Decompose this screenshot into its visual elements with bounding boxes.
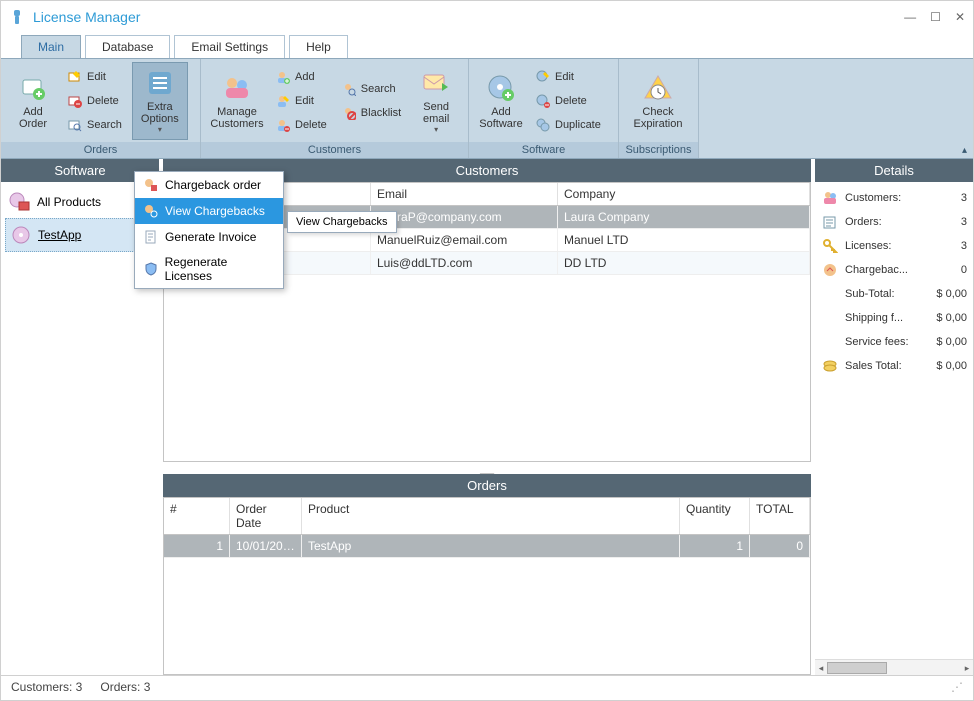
minimize-button[interactable]: — [904, 10, 916, 24]
person-delete-icon [275, 117, 291, 133]
people-icon [821, 189, 839, 207]
details-header: Details [815, 159, 973, 182]
people-icon [221, 72, 253, 104]
check-expiration-button[interactable]: Check Expiration [623, 62, 693, 140]
extra-options-button[interactable]: Extra Options ▾ [132, 62, 188, 140]
delete-icon [67, 93, 83, 109]
edit-order-button[interactable]: Edit [65, 66, 128, 88]
orders-icon [821, 213, 839, 231]
chevron-down-icon: ▾ [158, 125, 162, 134]
disc-edit-icon [535, 69, 551, 85]
ribbon-collapse-button[interactable]: ▴ [962, 145, 967, 156]
person-search-icon [341, 81, 357, 97]
add-order-icon [17, 72, 49, 104]
table-row[interactable]: 1 10/01/2019 TestApp 1 0 [164, 535, 810, 558]
mail-icon [420, 67, 452, 99]
blacklist-icon [341, 105, 357, 121]
orders-columns: # Order Date Product Quantity TOTAL [164, 498, 810, 535]
edit-icon [67, 69, 83, 85]
list-icon [144, 67, 176, 99]
disc-delete-icon [535, 93, 551, 109]
delete-order-button[interactable]: Delete [65, 90, 128, 112]
disc-add-icon [485, 72, 517, 104]
software-item-testapp[interactable]: TestApp [5, 218, 155, 252]
disc-icon [10, 225, 32, 245]
tab-help[interactable]: Help [289, 35, 348, 58]
details-scrollbar[interactable]: ◂ ▸ [815, 659, 973, 675]
window-title: License Manager [33, 9, 140, 25]
details-panel: Details Customers:3 Orders:3 Licenses:3 … [815, 159, 973, 675]
ribbon-group-software: Add Software Edit Delete Duplicate Softw… [469, 59, 619, 158]
shield-icon [143, 261, 159, 277]
maximize-button[interactable]: ☐ [930, 10, 941, 24]
tooltip: View Chargebacks [287, 211, 397, 233]
add-customer-button[interactable]: Add [273, 66, 333, 88]
app-icon [9, 9, 25, 25]
menu-regenerate-licenses[interactable]: Regenerate Licenses [135, 250, 283, 288]
orders-table[interactable]: # Order Date Product Quantity TOTAL 1 10… [163, 497, 811, 675]
manage-customers-button[interactable]: Manage Customers [205, 62, 269, 140]
ribbon-tabs: Main Database Email Settings Help [1, 33, 973, 59]
duplicate-software-button[interactable]: Duplicate [533, 114, 607, 136]
warning-clock-icon [642, 72, 674, 104]
detail-service: Service fees:$ 0,00 [821, 330, 967, 354]
detail-customers: Customers:3 [821, 186, 967, 210]
ribbon-group-subscriptions: Check Expiration Subscriptions [619, 59, 699, 158]
detail-orders: Orders:3 [821, 210, 967, 234]
detail-sales-total: Sales Total:$ 0,00 [821, 354, 967, 378]
chargeback-icon [821, 261, 839, 279]
scroll-left-icon[interactable]: ◂ [815, 660, 827, 676]
extra-options-menu: Chargeback order View Chargebacks Genera… [134, 171, 284, 289]
statusbar: Customers: 3 Orders: 3 ⋰ [1, 675, 973, 697]
ribbon-group-label: Orders [1, 142, 200, 158]
menu-view-chargebacks[interactable]: View Chargebacks [135, 198, 283, 224]
search-customer-button[interactable]: Search [339, 78, 407, 100]
invoice-icon [143, 229, 159, 245]
splitter[interactable]: ⸺ [163, 466, 811, 474]
chargeback-order-icon [143, 177, 159, 193]
coins-icon [821, 357, 839, 375]
ribbon: Add Order Edit Delete Search Extra Optio… [1, 59, 973, 159]
resize-grip[interactable]: ⋰ [951, 680, 963, 694]
menu-chargeback-order[interactable]: Chargeback order [135, 172, 283, 198]
scroll-right-icon[interactable]: ▸ [961, 660, 973, 676]
scroll-thumb[interactable] [827, 662, 887, 674]
edit-customer-button[interactable]: Edit [273, 90, 333, 112]
chevron-down-icon: ▾ [434, 125, 438, 134]
add-order-button[interactable]: Add Order [5, 62, 61, 140]
person-edit-icon [275, 93, 291, 109]
disc-box-icon [9, 192, 31, 212]
ribbon-group-customers: Manage Customers Add Edit Delete Search … [201, 59, 469, 158]
detail-licenses: Licenses:3 [821, 234, 967, 258]
disc-duplicate-icon [535, 117, 551, 133]
detail-shipping: Shipping f...$ 0,00 [821, 306, 967, 330]
search-order-button[interactable]: Search [65, 114, 128, 136]
key-icon [821, 237, 839, 255]
menu-generate-invoice[interactable]: Generate Invoice [135, 224, 283, 250]
titlebar: License Manager — ☐ ✕ [1, 1, 973, 33]
status-orders: Orders: 3 [100, 680, 150, 694]
add-order-label: Add Order [19, 106, 47, 130]
status-customers: Customers: 3 [11, 680, 82, 694]
detail-chargebacks: Chargebac...0 [821, 258, 967, 282]
close-button[interactable]: ✕ [955, 10, 965, 24]
tab-database[interactable]: Database [85, 35, 170, 58]
delete-software-button[interactable]: Delete [533, 90, 607, 112]
ribbon-group-orders: Add Order Edit Delete Search Extra Optio… [1, 59, 201, 158]
delete-customer-button[interactable]: Delete [273, 114, 333, 136]
blacklist-button[interactable]: Blacklist [339, 102, 407, 124]
extra-options-label: Extra Options [141, 101, 179, 125]
software-all-products[interactable]: All Products [5, 186, 155, 218]
view-chargebacks-icon [143, 203, 159, 219]
window-controls: — ☐ ✕ [904, 10, 965, 24]
edit-software-button[interactable]: Edit [533, 66, 607, 88]
tab-email[interactable]: Email Settings [174, 35, 285, 58]
tab-main[interactable]: Main [21, 35, 81, 58]
person-add-icon [275, 69, 291, 85]
search-icon [67, 117, 83, 133]
send-email-button[interactable]: Send email ▾ [411, 62, 461, 140]
detail-subtotal: Sub-Total:$ 0,00 [821, 282, 967, 306]
add-software-button[interactable]: Add Software [473, 62, 529, 140]
orders-header: Orders [163, 474, 811, 497]
